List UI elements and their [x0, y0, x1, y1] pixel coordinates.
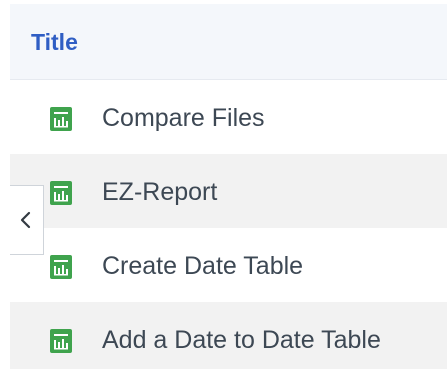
- spreadsheet-file-icon: [50, 107, 72, 131]
- collapse-panel-button[interactable]: [10, 185, 44, 255]
- column-title[interactable]: Title: [31, 28, 78, 56]
- list-item[interactable]: EZ-Report: [10, 154, 447, 228]
- column-header[interactable]: Title: [10, 4, 447, 80]
- list-item-label: Create Date Table: [102, 252, 304, 280]
- spreadsheet-file-icon: [50, 255, 72, 279]
- file-list-panel: Title Compare Files EZ-Report Create Dat…: [0, 0, 447, 369]
- list-item-label: Compare Files: [102, 104, 265, 132]
- list-item[interactable]: Compare Files: [10, 80, 447, 154]
- list-item-label: EZ-Report: [102, 178, 218, 206]
- chevron-left-icon: [19, 211, 33, 229]
- list-item[interactable]: Create Date Table: [10, 228, 447, 302]
- spreadsheet-file-icon: [50, 181, 72, 205]
- file-list: Compare Files EZ-Report Create Date Tabl…: [10, 80, 447, 369]
- spreadsheet-file-icon: [50, 329, 72, 353]
- list-item[interactable]: Add a Date to Date Table: [10, 302, 447, 369]
- list-item-label: Add a Date to Date Table: [102, 326, 381, 354]
